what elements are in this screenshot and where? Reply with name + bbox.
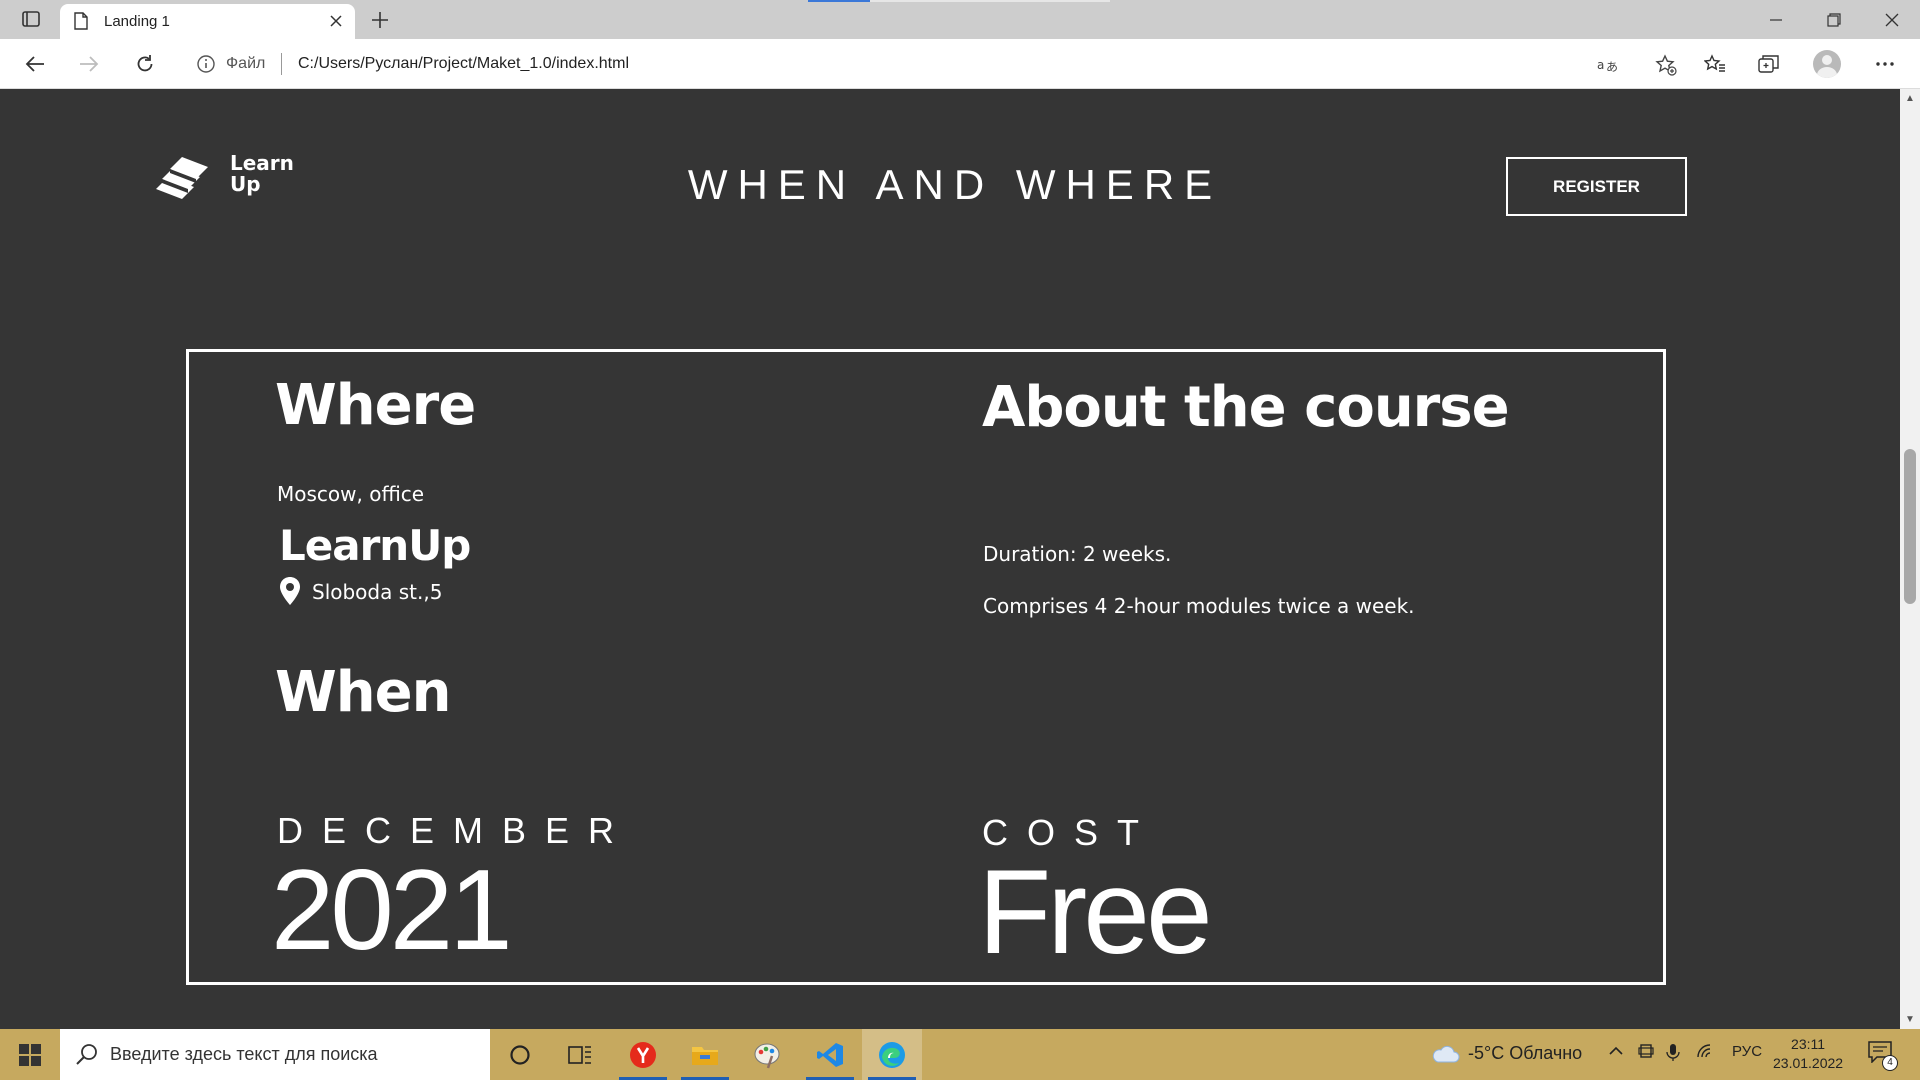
- logo-text-line1: Learn: [230, 151, 294, 175]
- logo-text-line2: Up: [230, 172, 261, 196]
- section-heading: WHEN AND WHERE: [687, 161, 1223, 208]
- cortana-icon[interactable]: [490, 1029, 550, 1080]
- browser-tab[interactable]: Landing 1: [60, 4, 355, 39]
- svg-text:あ: あ: [1606, 60, 1618, 74]
- svg-text:a: a: [1597, 58, 1604, 72]
- clock-time: 23:11: [1791, 1036, 1826, 1052]
- more-options-icon[interactable]: [1868, 47, 1902, 81]
- minimize-icon[interactable]: [1748, 0, 1804, 39]
- where-address: Sloboda st.,5: [312, 580, 443, 604]
- close-window-icon[interactable]: [1864, 0, 1920, 39]
- new-tab-icon[interactable]: [366, 6, 394, 34]
- edge-browser-icon[interactable]: [862, 1029, 922, 1080]
- read-aloud-icon[interactable]: aあ: [1595, 52, 1621, 78]
- tab-title: Landing 1: [104, 13, 170, 30]
- course-duration: Duration: 2 weeks.: [983, 542, 1172, 566]
- cost-value: Free: [978, 845, 1213, 979]
- page-icon: [74, 12, 88, 35]
- network-icon[interactable]: [1696, 1043, 1716, 1063]
- language-indicator[interactable]: РУС: [1732, 1043, 1762, 1060]
- about-course-title: About the course: [982, 375, 1510, 440]
- scrollbar-thumb[interactable]: [1904, 449, 1916, 604]
- loading-track: [870, 0, 1110, 2]
- address-toolbar: Файл C:/Users/Руслан/Project/Maket_1.0/i…: [0, 39, 1920, 89]
- windows-taskbar: Введите здесь текст для поиска -5°C Обла…: [0, 1029, 1920, 1080]
- microphone-icon[interactable]: [1666, 1043, 1680, 1065]
- learnup-logo[interactable]: Learn Up: [156, 151, 306, 211]
- close-tab-icon[interactable]: [325, 10, 347, 32]
- clock-date: 23.01.2022: [1773, 1055, 1844, 1071]
- course-modules: Comprises 4 2-hour modules twice a week.: [983, 594, 1415, 618]
- location-pin-icon: [279, 576, 301, 611]
- where-place: Moscow, office: [277, 482, 425, 506]
- browser-tab-strip: Landing 1: [0, 0, 1920, 39]
- yandex-browser-icon[interactable]: [613, 1029, 673, 1080]
- taskbar-search-input[interactable]: Введите здесь текст для поиска: [60, 1029, 490, 1080]
- back-icon[interactable]: [18, 47, 52, 81]
- learnup-logo-icon: [156, 157, 208, 199]
- event-year: 2021: [271, 847, 513, 974]
- landing-page: Learn Up WHEN AND WHERE REGISTER Where M…: [0, 89, 1900, 1029]
- favorites-icon[interactable]: [1698, 47, 1732, 81]
- weather-widget[interactable]: -5°C Облачно: [1430, 1042, 1582, 1064]
- chevron-up-icon[interactable]: [1608, 1043, 1624, 1063]
- vscode-icon[interactable]: [800, 1029, 860, 1080]
- logo-text: Learn Up: [230, 153, 294, 195]
- cloud-icon: [1432, 1045, 1460, 1063]
- register-button[interactable]: REGISTER: [1506, 157, 1687, 216]
- collections-icon[interactable]: [1752, 47, 1786, 81]
- paint-app-icon[interactable]: [737, 1029, 797, 1080]
- scroll-down-icon[interactable]: ▼: [1905, 1014, 1915, 1025]
- windows-start-icon[interactable]: [0, 1029, 60, 1080]
- notification-center-icon[interactable]: 4: [1868, 1041, 1898, 1071]
- scroll-up-icon[interactable]: ▲: [1905, 93, 1915, 104]
- system-clock[interactable]: 23:11 23.01.2022: [1773, 1035, 1843, 1073]
- loading-indicator: [808, 0, 870, 2]
- where-brand: LearnUp: [279, 521, 471, 570]
- profile-avatar[interactable]: [1810, 47, 1844, 81]
- forward-icon[interactable]: [72, 47, 106, 81]
- tab-actions-icon[interactable]: [14, 6, 48, 32]
- add-favorite-icon[interactable]: [1653, 52, 1679, 78]
- device-icon[interactable]: [1638, 1043, 1654, 1065]
- task-view-icon[interactable]: [550, 1029, 610, 1080]
- when-title: When: [275, 660, 451, 725]
- restore-icon[interactable]: [1806, 0, 1862, 39]
- address-bar[interactable]: Файл C:/Users/Руслан/Project/Maket_1.0/i…: [180, 45, 1677, 83]
- url-text[interactable]: C:/Users/Руслан/Project/Maket_1.0/index.…: [298, 55, 629, 73]
- where-title: Where: [275, 373, 476, 438]
- file-explorer-icon[interactable]: [675, 1029, 735, 1080]
- info-icon[interactable]: [196, 54, 216, 79]
- search-placeholder: Введите здесь текст для поиска: [110, 1044, 378, 1064]
- page-scrollbar[interactable]: ▲ ▼: [1900, 89, 1920, 1029]
- url-scheme-label: Файл: [226, 55, 266, 72]
- search-icon: [76, 1043, 98, 1070]
- weather-text: -5°C Облачно: [1468, 1042, 1583, 1063]
- notification-count: 4: [1882, 1055, 1898, 1071]
- refresh-icon[interactable]: [128, 47, 162, 81]
- url-separator: [281, 53, 282, 75]
